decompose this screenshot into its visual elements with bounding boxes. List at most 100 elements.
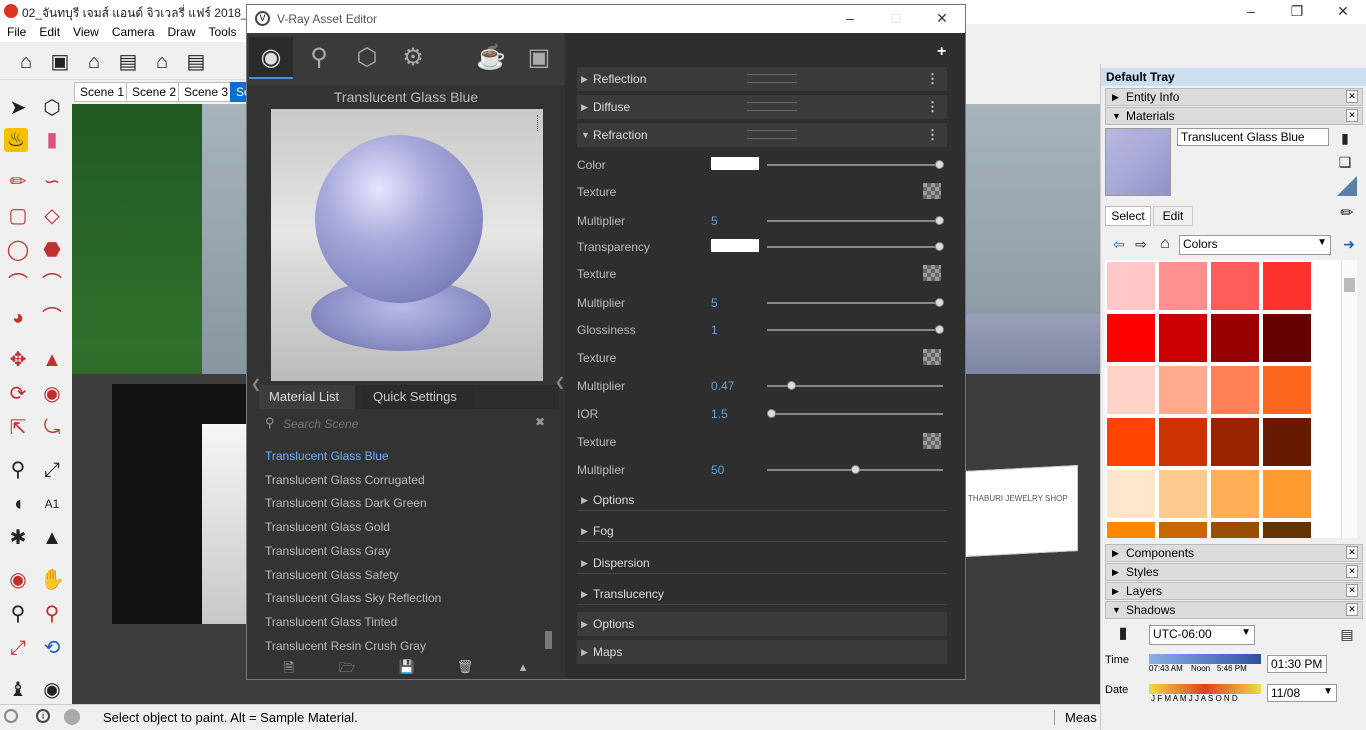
scale-icon[interactable]: ⇱ [6, 416, 30, 440]
tab-quick-settings[interactable]: Quick Settings [363, 385, 475, 409]
list-scrollbar-thumb[interactable] [545, 631, 552, 649]
multiplier-slider[interactable] [767, 381, 943, 390]
material-list-item[interactable]: Translucent Glass Corrugated [265, 473, 425, 487]
text-tool-icon[interactable]: A1 [40, 492, 64, 516]
home-icon[interactable]: ⌂ [1153, 232, 1177, 256]
refraction-color-swatch[interactable] [711, 157, 759, 170]
close-panel-icon[interactable]: ✕ [1346, 546, 1358, 559]
scene-tab-1[interactable]: Scene 1 [74, 82, 131, 102]
axes-icon[interactable]: ✱ [6, 526, 30, 550]
material-list-item[interactable]: Translucent Glass Blue [265, 449, 389, 463]
color-swatch[interactable] [1158, 313, 1208, 363]
user-icon[interactable] [64, 709, 80, 725]
texture-slot-icon[interactable] [923, 433, 941, 449]
time-slider-track[interactable] [1149, 654, 1261, 664]
circle-icon[interactable]: ◯ [6, 238, 30, 262]
drag-handle-icon[interactable] [747, 130, 797, 139]
ior-value[interactable]: 1.5 [711, 407, 728, 421]
slider-knob[interactable] [767, 409, 776, 418]
menu-edit[interactable]: Edit [32, 24, 66, 39]
color-swatch[interactable] [1210, 521, 1260, 538]
clear-search-icon[interactable]: ✖ [535, 415, 545, 429]
save-icon[interactable]: 💾 [397, 659, 417, 679]
previous-view-icon[interactable]: ⟲ [40, 636, 64, 660]
multiplier-value[interactable]: 50 [711, 463, 724, 477]
section-options[interactable]: ▶ Options [577, 612, 947, 636]
create-material-icon[interactable]: ❏ [1333, 150, 1357, 174]
color-swatch[interactable] [1210, 261, 1260, 311]
new-material-icon[interactable]: 🗎 [279, 659, 299, 679]
color-swatch[interactable] [1106, 521, 1156, 538]
zoom-window-icon[interactable]: ⚲ [40, 602, 64, 626]
material-preview-swatch[interactable] [1105, 128, 1171, 196]
color-swatch[interactable] [1210, 417, 1260, 467]
slider-knob[interactable] [935, 160, 944, 169]
rotated-rect-icon[interactable]: ◇ [40, 204, 64, 228]
right-view-icon[interactable]: ▤ [116, 50, 140, 74]
follow-me-icon[interactable]: ◉ [40, 382, 64, 406]
vray-maximize-button[interactable]: □ [873, 7, 919, 31]
default-material-icon[interactable] [1337, 176, 1357, 196]
preview-options-icon[interactable] [537, 115, 541, 131]
scrollbar-thumb[interactable] [1344, 278, 1355, 292]
transparency-color-swatch[interactable] [711, 239, 759, 252]
date-dropdown[interactable]: 11/08 ▼ [1267, 684, 1337, 702]
color-swatch[interactable] [1210, 313, 1260, 363]
slider-knob[interactable] [935, 298, 944, 307]
material-list-item[interactable]: Translucent Glass Safety [265, 568, 399, 582]
zoom-extents-icon[interactable]: ⤢ [6, 636, 30, 660]
geo-location-icon[interactable] [4, 709, 18, 723]
line-tool-icon[interactable]: ✏ [6, 170, 30, 194]
tab-material-list[interactable]: Material List [259, 385, 355, 409]
sample-paint-icon[interactable]: ✏ [1335, 202, 1359, 226]
paint-bucket-icon[interactable]: ♨ [4, 128, 28, 152]
material-list-item[interactable]: Translucent Resin Crush Gray [265, 639, 426, 653]
info-icon[interactable]: i [36, 709, 50, 723]
render-teapot-icon[interactable]: ☕ [469, 37, 513, 79]
forward-arrow-icon[interactable]: ⇨ [1129, 232, 1153, 256]
left-view-icon[interactable]: ▤ [184, 50, 208, 74]
rectangle-icon[interactable]: ▢ [6, 204, 30, 228]
close-panel-icon[interactable]: ✕ [1346, 90, 1358, 103]
texture-slot-icon[interactable] [923, 265, 941, 281]
color-swatch[interactable] [1106, 365, 1156, 415]
entity-info-panel[interactable]: ▶ Entity Info ✕ [1105, 88, 1363, 106]
color-swatch[interactable] [1106, 313, 1156, 363]
multiplier-value[interactable]: 0.47 [711, 379, 734, 393]
multiplier-value[interactable]: 5 [711, 296, 718, 310]
color-swatch[interactable] [1158, 521, 1208, 538]
color-swatch[interactable] [1262, 261, 1312, 311]
front-view-icon[interactable]: ⌂ [82, 50, 106, 74]
slider-knob[interactable] [851, 465, 860, 474]
menu-tools[interactable]: Tools [202, 24, 243, 39]
rotate-icon[interactable]: ⟳ [6, 382, 30, 406]
date-slider-track[interactable] [1149, 684, 1261, 694]
shadow-settings-icon[interactable]: ▤ [1335, 622, 1359, 646]
tab-edit[interactable]: Edit [1153, 206, 1193, 226]
arc-icon[interactable]: ⌒ [6, 272, 30, 296]
swatch-scrollbar[interactable] [1341, 260, 1357, 538]
vray-close-button[interactable]: ✕ [919, 7, 965, 31]
close-panel-icon[interactable]: ✕ [1346, 565, 1358, 578]
scene-tab-3[interactable]: Scene 3 [178, 82, 235, 102]
subsection-dispersion[interactable]: ▶ Dispersion [577, 552, 947, 574]
arc2-icon[interactable]: ⌒ [40, 272, 64, 296]
pan-icon[interactable]: ✋ [40, 568, 65, 592]
materials-tab-icon[interactable]: ◉ [249, 37, 293, 79]
glossiness-value[interactable]: 1 [711, 323, 718, 337]
more-options-icon[interactable]: ⋮ [926, 95, 939, 119]
materials-panel[interactable]: ▼ Materials ✕ [1105, 107, 1363, 125]
glossiness-slider[interactable] [767, 325, 944, 334]
zoom-icon[interactable]: ⚲ [6, 602, 30, 626]
layers-panel[interactable]: ▶ Layers ✕ [1105, 582, 1363, 600]
material-list-item[interactable]: Translucent Glass Tinted [265, 615, 397, 629]
material-list-item[interactable]: Translucent Glass Sky Reflection [265, 591, 441, 605]
color-swatch[interactable] [1262, 417, 1312, 467]
slider-knob[interactable] [935, 242, 944, 251]
search-input[interactable]: Search Scene [283, 417, 358, 431]
color-swatch[interactable] [1210, 365, 1260, 415]
display-secondary-icon[interactable]: ▮ [1333, 126, 1357, 150]
texture-slot-icon[interactable] [923, 349, 941, 365]
more-options-icon[interactable]: ⋮ [926, 67, 939, 91]
delete-icon[interactable]: 🗑 [455, 659, 475, 679]
